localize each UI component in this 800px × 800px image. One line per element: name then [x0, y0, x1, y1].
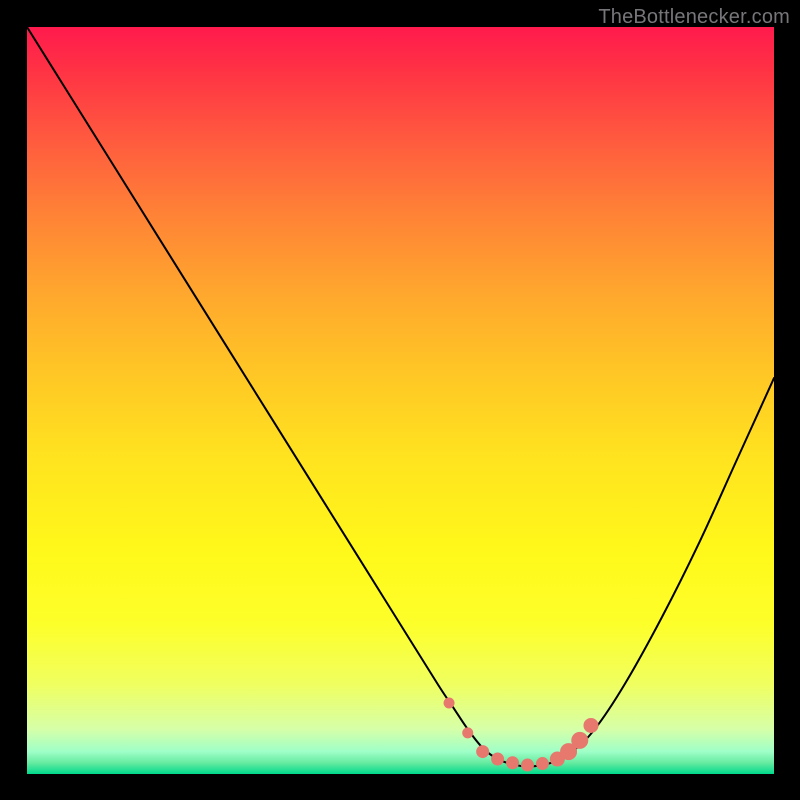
highlight-dot: [521, 759, 533, 771]
plot-area: [27, 27, 774, 774]
highlight-dot: [492, 753, 504, 765]
watermark-text: TheBottlenecker.com: [598, 6, 790, 29]
highlight-dot: [444, 698, 454, 708]
highlight-dot: [572, 732, 588, 748]
highlight-dot: [477, 746, 489, 758]
highlight-dot: [584, 718, 598, 732]
bottleneck-curve: [27, 27, 774, 767]
curve-layer: [27, 27, 774, 774]
highlight-markers: [444, 698, 598, 771]
highlight-dot: [463, 728, 473, 738]
highlight-dot: [507, 757, 519, 769]
chart-container: TheBottlenecker.com: [0, 0, 800, 800]
highlight-dot: [536, 758, 548, 770]
